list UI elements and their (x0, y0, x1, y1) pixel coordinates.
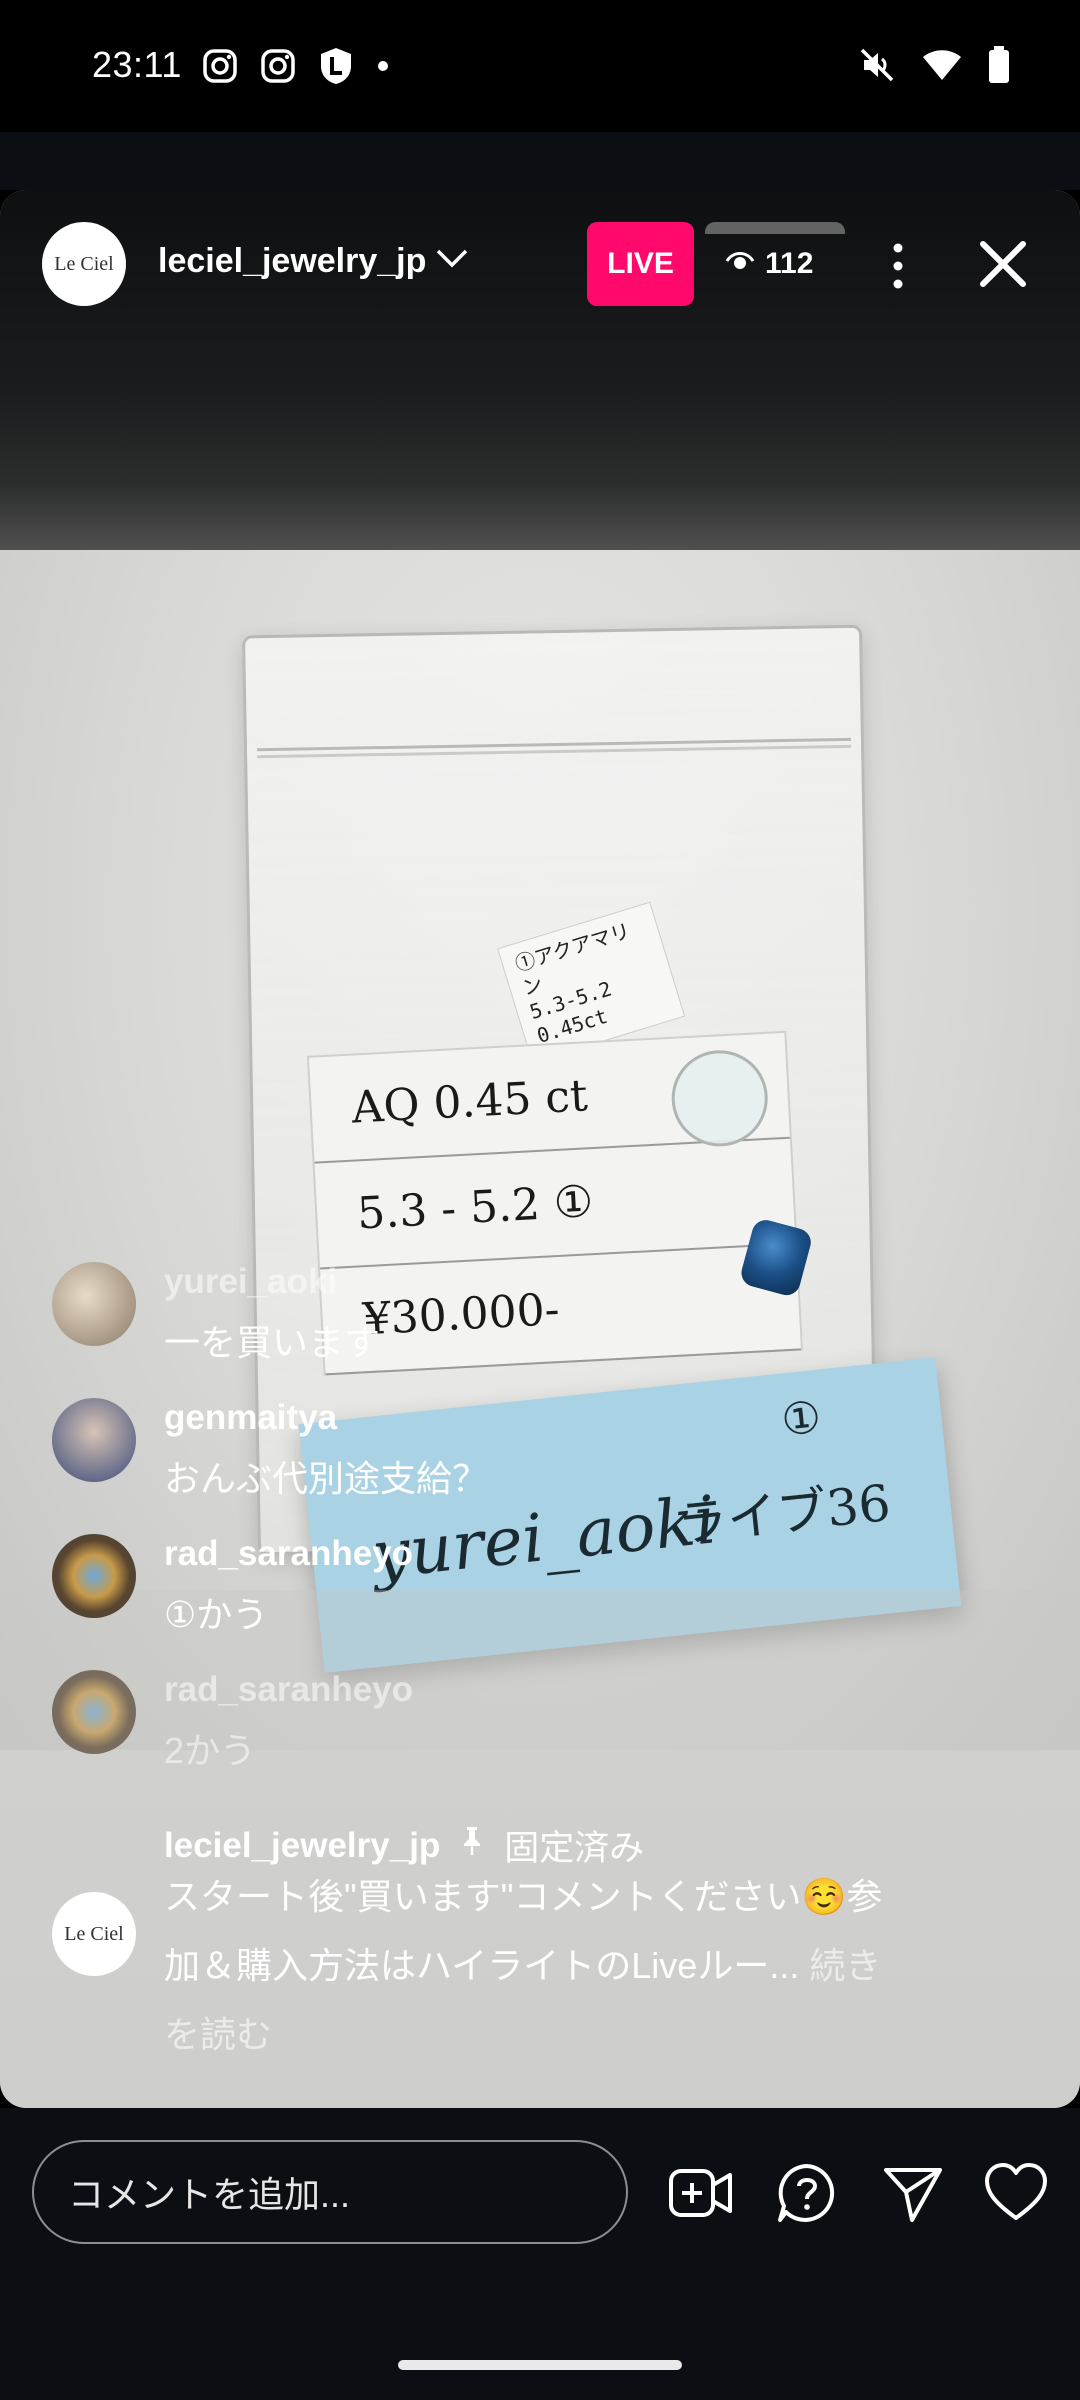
eye-icon (725, 247, 755, 281)
comment-text: おんぶ代別途支給？ (164, 1458, 489, 1499)
gem-card: AQ 0.45 ct 5.3 - 5.2 ① ¥30.000- (306, 1030, 814, 1376)
instagram-icon (202, 48, 238, 84)
avatar[interactable] (52, 1398, 136, 1482)
comment-text: ①かう (164, 1594, 269, 1635)
comment-username[interactable]: genmaitya (164, 1398, 337, 1438)
read-more-link[interactable]: 続き (809, 1945, 881, 1986)
status-bar: 23:11 (0, 0, 1080, 132)
avatar[interactable]: Le Ciel (52, 1892, 136, 1976)
comment-text: 一を買います (164, 1322, 381, 1363)
mute-icon (858, 46, 896, 84)
live-header: Le Ciel leciel_jewelry_jp LIVE 112 (0, 190, 1080, 340)
pinned-text: スタート後"買います"コメントください☺️参 加＆購入方法はハイライトのLive… (164, 1862, 954, 2069)
avatar[interactable] (52, 1262, 136, 1346)
top-spacer (0, 132, 1080, 190)
status-time: 23:11 (92, 44, 182, 85)
host-name[interactable]: leciel_jewelry_jp (158, 242, 426, 281)
more-options-icon[interactable] (878, 236, 918, 296)
wifi-icon (922, 48, 962, 82)
avatar[interactable] (52, 1670, 136, 1754)
home-indicator[interactable] (398, 2360, 682, 2370)
comment-username[interactable]: leciel_jewelry_jp (164, 1826, 440, 1866)
heart-icon[interactable] (984, 2162, 1050, 2224)
comment-input[interactable]: コメントを追加... (32, 2140, 628, 2244)
close-icon[interactable] (975, 236, 1031, 292)
instagram-icon (260, 48, 296, 84)
pin-icon (458, 1825, 486, 1866)
chevron-down-icon[interactable] (434, 246, 470, 275)
dot-icon (376, 59, 390, 73)
question-icon[interactable] (776, 2162, 842, 2224)
comment-username[interactable]: rad_saranheyo (164, 1670, 413, 1710)
viewer-count-value: 112 (765, 247, 814, 280)
send-icon[interactable] (882, 2162, 948, 2224)
comment-username[interactable]: rad_saranheyo (164, 1534, 413, 1574)
add-video-icon[interactable] (668, 2162, 734, 2224)
avatar[interactable] (52, 1534, 136, 1618)
viewer-count[interactable]: 112 (705, 222, 845, 306)
live-badge: LIVE (587, 222, 694, 306)
bottom-bar: コメントを追加... (0, 2108, 1080, 2400)
shield-l-icon (318, 46, 354, 86)
read-more-link[interactable]: を読む (164, 2000, 954, 2069)
bag-zipper (256, 737, 852, 759)
battery-icon (988, 46, 1010, 84)
comment-text: 2かう (164, 1730, 257, 1771)
comment-username[interactable]: yurei_aoki (164, 1262, 337, 1302)
host-avatar[interactable]: Le Ciel (42, 222, 126, 306)
